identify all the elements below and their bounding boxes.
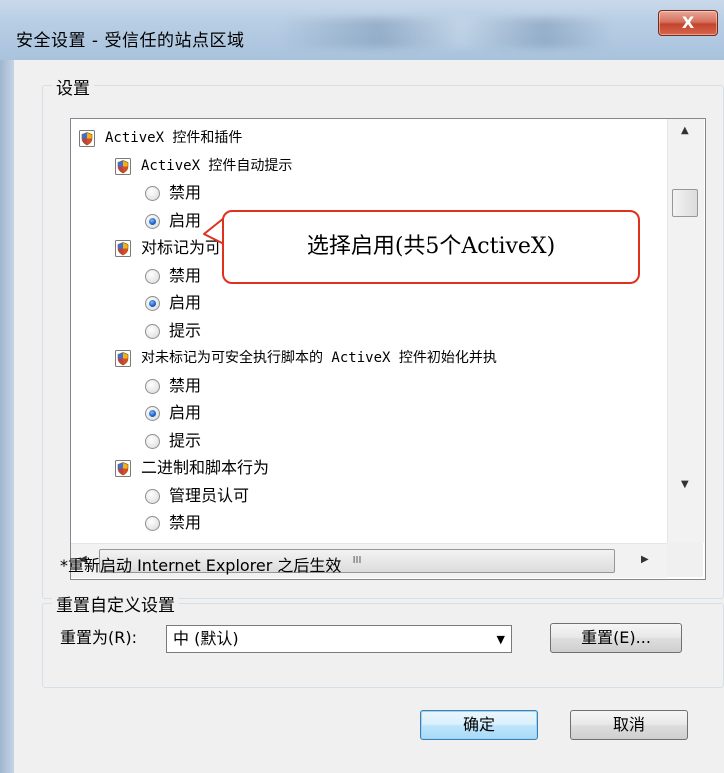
option-label: 禁用 xyxy=(169,183,202,202)
option-label: 禁用 xyxy=(169,265,202,285)
settings-group-label: 设置 xyxy=(52,74,94,99)
settings-tree-list[interactable]: ActiveX 控件和插件ActiveX 控件自动提示禁用启用对标记为可安全执行… xyxy=(70,118,706,580)
scroll-down-arrow-icon[interactable]: ▼ xyxy=(681,479,689,490)
window-left-border xyxy=(0,60,14,773)
radio-button[interactable] xyxy=(145,406,160,421)
radio-button[interactable] xyxy=(145,488,160,504)
option-label: 启用 xyxy=(169,403,202,422)
shield-settings-icon xyxy=(115,240,131,257)
reset-button[interactable]: 重置(E)... xyxy=(550,623,682,653)
radio-button[interactable] xyxy=(145,433,160,449)
radio-button[interactable] xyxy=(145,268,160,284)
shield-settings-icon xyxy=(115,350,131,367)
option-label: 禁用 xyxy=(169,513,202,532)
title-bar[interactable]: 安全设置 - 受信任的站点区域 X xyxy=(0,0,724,60)
setting-label: 二进制和脚本行为 xyxy=(141,458,270,477)
radio-button[interactable] xyxy=(145,213,160,229)
radio-button[interactable] xyxy=(145,186,160,201)
setting-label: ActiveX 控件自动提示 xyxy=(141,157,293,174)
option-label: 提示 xyxy=(169,430,202,450)
option-label: 管理员认可 xyxy=(169,485,250,505)
radio-button[interactable] xyxy=(145,296,160,311)
reset-group-label: 重置自定义设置 xyxy=(52,591,179,616)
title-bar-glass xyxy=(280,18,610,48)
vertical-scrollbar[interactable]: ▲ ▼ xyxy=(667,119,704,543)
close-button[interactable]: X xyxy=(658,10,718,36)
shield-settings-icon xyxy=(115,157,131,175)
setting-label: 对未标记为可安全执行脚本的 ActiveX 控件初始化并执 xyxy=(141,350,497,366)
option-label: 启用 xyxy=(169,293,202,312)
settings-tree-viewport: ActiveX 控件和插件ActiveX 控件自动提示禁用启用对标记为可安全执行… xyxy=(71,119,667,543)
shield-settings-icon xyxy=(115,460,131,477)
window-title: 安全设置 - 受信任的站点区域 xyxy=(16,31,245,51)
reset-level-select[interactable]: 中 (默认) ▼ xyxy=(166,625,512,653)
shield-settings-icon xyxy=(79,130,95,147)
radio-button[interactable] xyxy=(145,516,160,531)
dialog-content: 设置 ActiveX 控件和插件ActiveX 控件自动提示禁用启用对标记为可安… xyxy=(14,60,724,773)
scroll-right-arrow-icon[interactable]: ▶ xyxy=(641,554,649,565)
option-label: 禁用 xyxy=(169,375,202,395)
option-label: 启用 xyxy=(169,210,202,230)
annotation-callout: 选择启用(共5个ActiveX) xyxy=(222,210,640,284)
reset-to-label: 重置为(R): xyxy=(60,628,137,647)
restart-note: *重新启动 Internet Explorer 之后生效 xyxy=(60,556,342,575)
option-label: 提示 xyxy=(169,320,202,340)
chevron-down-icon: ▼ xyxy=(496,633,505,646)
scroll-up-arrow-icon[interactable]: ▲ xyxy=(681,125,689,136)
setting-label: ActiveX 控件和插件 xyxy=(105,130,243,146)
security-settings-dialog: 安全设置 - 受信任的站点区域 X 设置 ActiveX 控件和插件 Active… xyxy=(0,0,724,773)
radio-button[interactable] xyxy=(145,378,160,394)
reset-level-value: 中 (默认) xyxy=(173,629,239,648)
callout-text: 选择启用(共5个ActiveX) xyxy=(306,234,556,259)
scrollbar-corner xyxy=(667,543,703,577)
ok-button[interactable]: 确定 xyxy=(420,710,538,740)
cancel-button[interactable]: 取消 xyxy=(570,710,688,740)
vertical-scroll-thumb[interactable] xyxy=(672,189,698,217)
radio-button[interactable] xyxy=(145,323,160,339)
